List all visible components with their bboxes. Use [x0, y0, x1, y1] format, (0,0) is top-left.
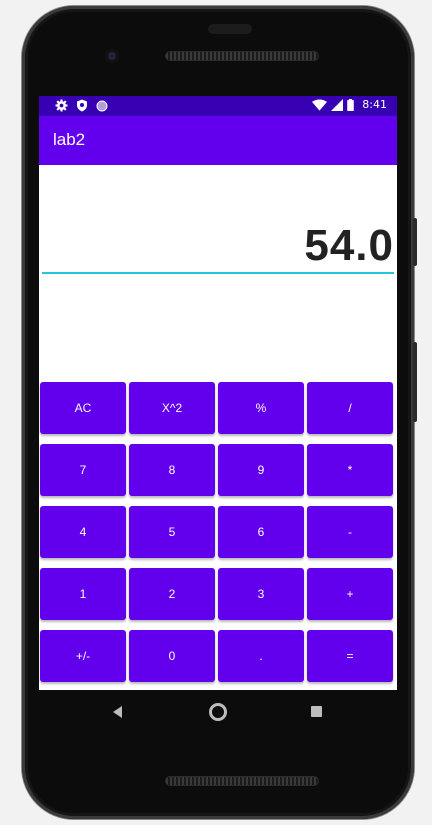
equals-button[interactable]: = — [307, 630, 393, 682]
percent-button[interactable]: % — [218, 382, 304, 434]
add-button[interactable]: + — [307, 568, 393, 620]
recents-icon[interactable] — [311, 706, 322, 717]
volume-button — [413, 218, 417, 266]
digit-9-button[interactable]: 9 — [218, 444, 304, 496]
digit-5-button[interactable]: 5 — [129, 506, 215, 558]
digit-3-button[interactable]: 3 — [218, 568, 304, 620]
app-title: lab2 — [53, 130, 86, 149]
gear-icon — [55, 99, 68, 112]
power-button — [413, 342, 417, 422]
battery-icon — [347, 98, 355, 111]
negate-button[interactable]: +/- — [40, 630, 126, 682]
home-icon[interactable] — [209, 703, 227, 721]
circle-icon — [96, 100, 108, 111]
decimal-button[interactable]: . — [218, 630, 304, 682]
digit-0-button[interactable]: 0 — [129, 630, 215, 682]
digit-6-button[interactable]: 6 — [218, 506, 304, 558]
top-sensor — [208, 24, 252, 34]
multiply-button[interactable]: * — [307, 444, 393, 496]
app-bar: lab2 — [39, 116, 397, 165]
digit-4-button[interactable]: 4 — [40, 506, 126, 558]
digit-8-button[interactable]: 8 — [129, 444, 215, 496]
front-camera — [105, 49, 119, 63]
wifi-icon — [312, 99, 328, 111]
screen: 8:41 lab2 54.0 AC X^2%/ 7 8 9 * 4 5 6- 1 2 3 + +/- 0. = — [39, 96, 397, 690]
display-underline — [42, 272, 394, 274]
status-bar: 8:41 — [39, 96, 397, 116]
digit-1-button[interactable]: 1 — [40, 568, 126, 620]
shield-icon — [77, 99, 87, 112]
digit-2-button[interactable]: 2 — [129, 568, 215, 620]
top-speaker — [166, 52, 318, 60]
signal-icon — [331, 98, 344, 111]
digit-7-button[interactable]: 7 — [40, 444, 126, 496]
bottom-speaker — [166, 777, 318, 785]
back-icon[interactable] — [113, 706, 122, 718]
divide-button[interactable]: / — [307, 382, 393, 434]
square-button[interactable]: X^2 — [129, 382, 215, 434]
status-time: 8:41 — [362, 98, 387, 111]
navigation-bar — [39, 690, 397, 734]
result-display[interactable]: 54.0 — [304, 221, 394, 271]
clear-button[interactable]: AC — [40, 382, 126, 434]
subtract-button[interactable]: - — [307, 506, 393, 558]
